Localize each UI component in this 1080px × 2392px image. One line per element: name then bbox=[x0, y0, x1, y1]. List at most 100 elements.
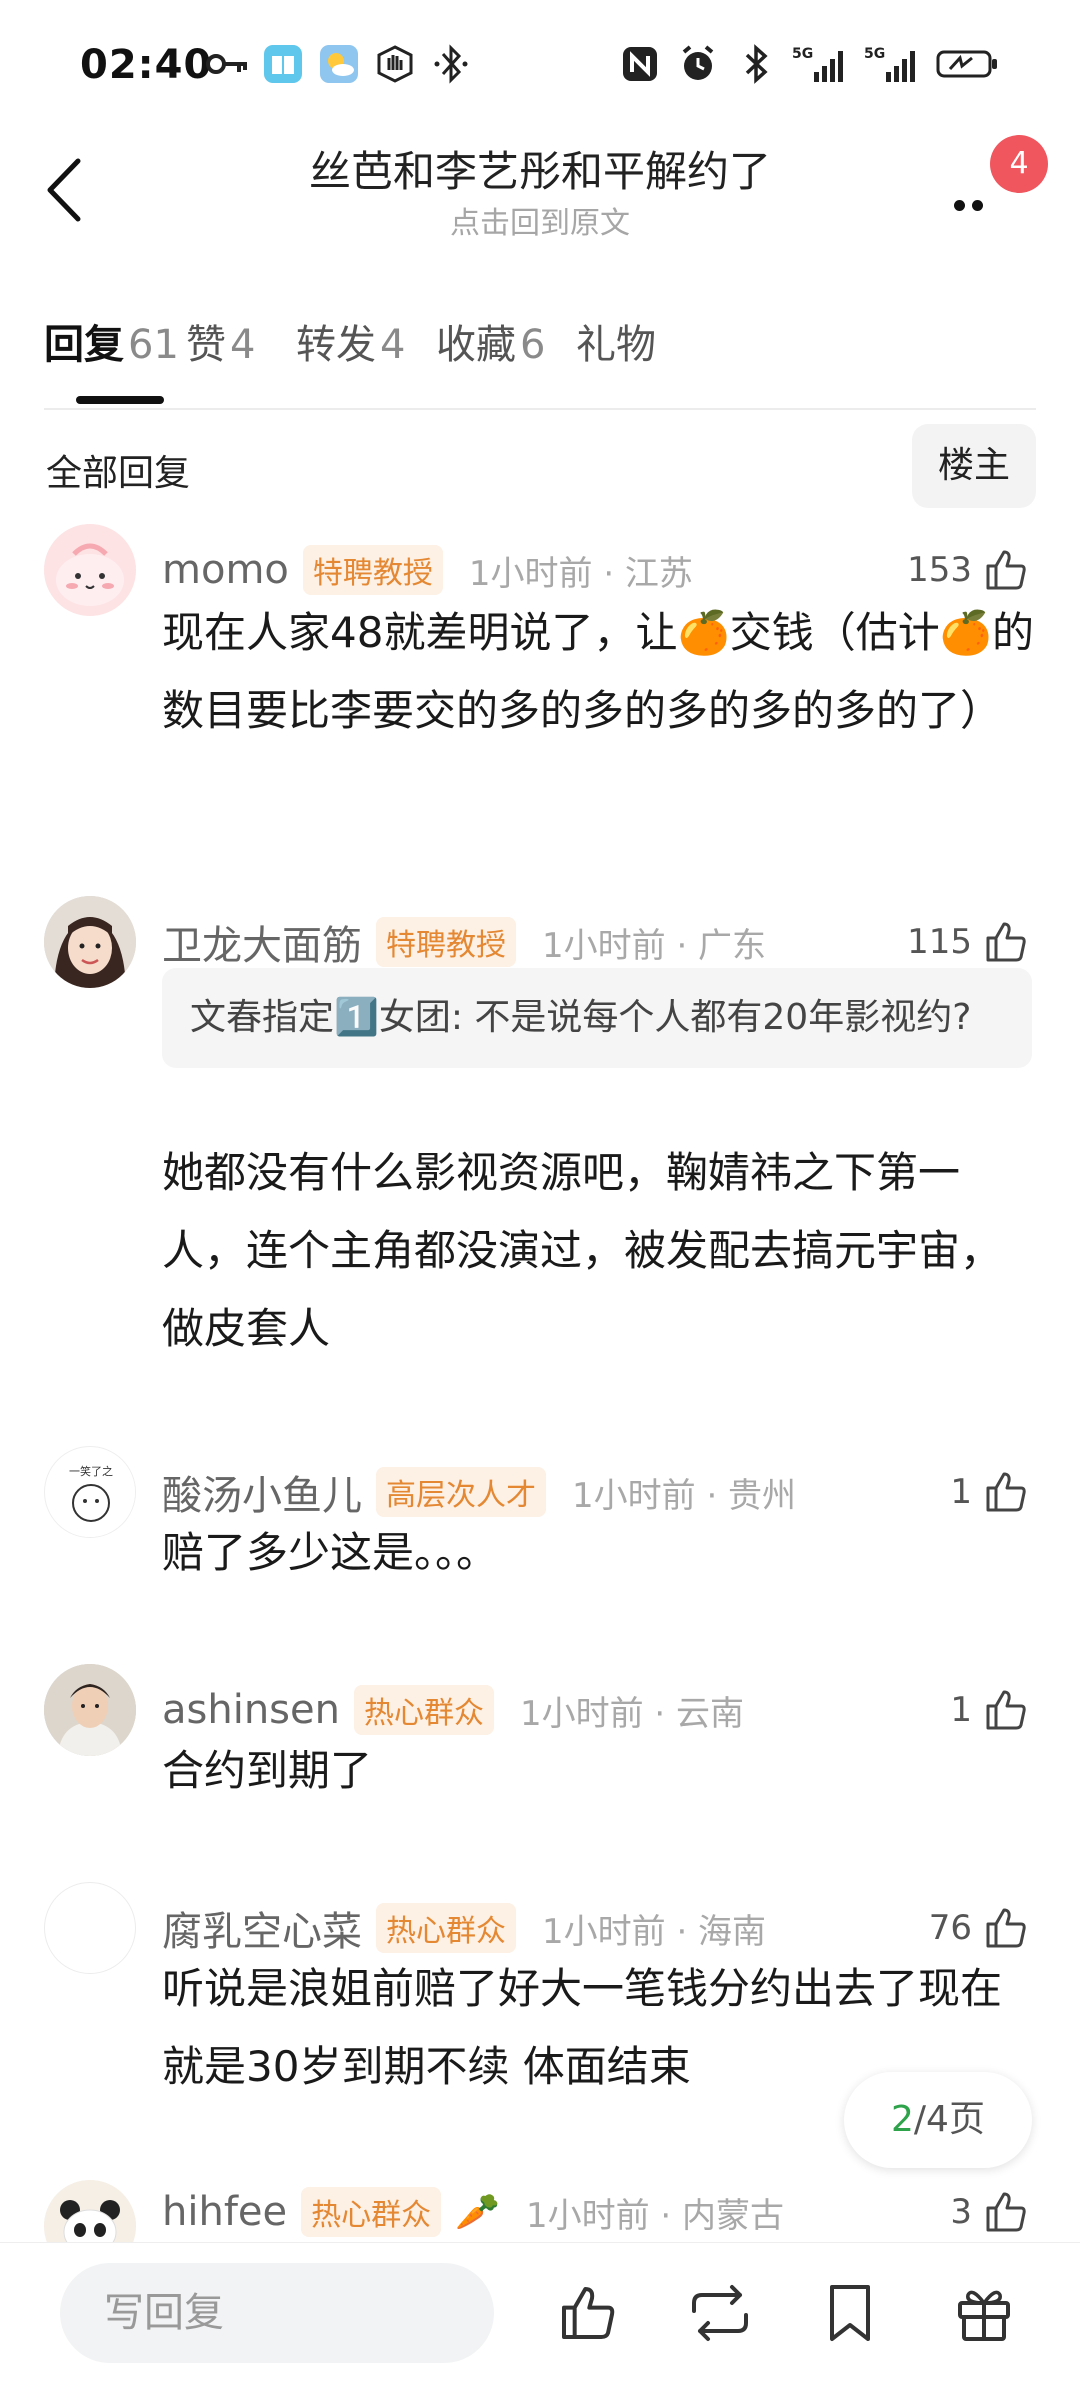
like-button[interactable]: 1 bbox=[950, 1462, 1030, 1522]
comment-text: 合约到期了 bbox=[162, 1746, 373, 1795]
bluetooth-dots-icon bbox=[429, 44, 473, 84]
quoted-reply[interactable]: 文春指定1️⃣女团: 不是说每个人都有20年影视约? bbox=[162, 968, 1032, 1068]
tab-count: 4 bbox=[380, 322, 406, 368]
like-count: 153 bbox=[907, 550, 972, 590]
user-tag: 热心群众 bbox=[376, 1903, 516, 1953]
username[interactable]: momo bbox=[162, 547, 289, 593]
thumbs-up-icon bbox=[986, 922, 1026, 962]
tab-reposts[interactable]: 转发 4 bbox=[296, 312, 405, 370]
avatar[interactable]: 一笑了之 bbox=[44, 1446, 136, 1538]
book-app-icon bbox=[261, 44, 305, 84]
avatar[interactable] bbox=[44, 896, 136, 988]
tab-count: 6 bbox=[520, 322, 546, 368]
battery-charging-icon bbox=[936, 44, 1000, 84]
avatar[interactable] bbox=[44, 1882, 136, 1974]
like-button[interactable]: 115 bbox=[907, 912, 1030, 972]
comment-text: 现在人家48就差明说了，让🍊交钱（估计🍊的数目要比李要交的多的多的多的多的多的了… bbox=[162, 608, 1035, 735]
gift-icon bbox=[958, 2290, 1010, 2341]
comment-time-location: 1小时前 · 江苏 bbox=[468, 553, 693, 594]
user-tag: 高层次人才 bbox=[376, 1467, 546, 1517]
like-button[interactable]: 1 bbox=[950, 1680, 1030, 1740]
user-tag: 热心群众 bbox=[301, 2187, 442, 2237]
hand-icon bbox=[373, 44, 417, 84]
tab-replies[interactable]: 回复 61 bbox=[44, 312, 179, 370]
like-button[interactable]: 153 bbox=[907, 540, 1030, 600]
tab-label: 收藏 bbox=[436, 322, 516, 368]
bookmark-button[interactable] bbox=[810, 2273, 890, 2353]
tab-count: 4 bbox=[230, 322, 256, 368]
like-count: 3 bbox=[950, 2192, 972, 2232]
username[interactable]: ashinsen bbox=[162, 1687, 340, 1733]
username[interactable]: 腐乳空心菜 bbox=[162, 1899, 362, 1957]
like-button[interactable]: 3 bbox=[950, 2182, 1030, 2242]
avatar-text: 一笑了之 bbox=[69, 1464, 113, 1478]
thumbs-up-icon bbox=[986, 1908, 1026, 1948]
status-right-icons: 5G 5G bbox=[618, 44, 1000, 84]
tab-gifts[interactable]: 礼物 bbox=[576, 312, 656, 370]
tab-bar: 回复 61 赞4 转发 4 收藏 6 礼物 bbox=[44, 300, 1036, 410]
gift-button[interactable] bbox=[944, 2273, 1024, 2353]
comment-meta: 酸汤小鱼儿 高层次人才 1小时前 · 贵州 bbox=[162, 1462, 796, 1522]
like-button[interactable]: 76 bbox=[929, 1898, 1030, 1958]
all-replies-label: 全部回复 bbox=[46, 453, 191, 494]
like-count: 1 bbox=[950, 1472, 972, 1512]
tab-label: 赞 bbox=[186, 322, 226, 368]
comment-meta: 卫龙大面筋 特聘教授 1小时前 · 广东 bbox=[162, 912, 766, 972]
back-to-original-link[interactable]: 点击回到原文 bbox=[200, 198, 880, 242]
comment-meta: momo 特聘教授 1小时前 · 江苏 bbox=[162, 540, 693, 600]
username[interactable]: hihfee bbox=[162, 2189, 287, 2235]
comment-meta: hihfee 热心群众 🥕 1小时前 · 内蒙古 bbox=[162, 2182, 784, 2242]
header: 丝芭和李艺彤和平解约了 点击回到原文 4 bbox=[0, 130, 1080, 250]
bottom-bar: 写回复 bbox=[0, 2242, 1080, 2392]
back-button[interactable] bbox=[34, 150, 94, 230]
username[interactable]: 酸汤小鱼儿 bbox=[162, 1463, 362, 1521]
carrot-icon: 🥕 bbox=[455, 2192, 500, 2233]
bookmark-icon bbox=[830, 2285, 870, 2341]
comment-text: 赔了多少这是。。。 bbox=[162, 1528, 499, 1577]
more-options-button[interactable] bbox=[948, 170, 998, 220]
like-icon bbox=[562, 2287, 615, 2339]
key-icon bbox=[205, 44, 249, 84]
repost-button[interactable] bbox=[680, 2273, 760, 2353]
tab-count: 61 bbox=[128, 322, 179, 368]
svg-text:5G: 5G bbox=[792, 46, 813, 62]
repost-icon bbox=[692, 2285, 748, 2341]
comment-time-location: 1小时前 · 广东 bbox=[542, 925, 767, 966]
thumbs-up-icon bbox=[986, 1690, 1026, 1730]
comment-text: 她都没有什么影视资源吧，鞠婧祎之下第一人，连个主角都没演过，被发配去搞元宇宙，做… bbox=[162, 1148, 1003, 1353]
tab-label: 转发 bbox=[296, 322, 376, 368]
reply-input[interactable]: 写回复 bbox=[60, 2263, 494, 2363]
comment-time-location: 1小时前 · 云南 bbox=[519, 1693, 745, 1734]
page-title[interactable]: 丝芭和李艺彤和平解约了 bbox=[200, 138, 880, 199]
like-count: 76 bbox=[928, 1908, 972, 1948]
comment-time-location: 1小时前 · 海南 bbox=[542, 1911, 767, 1952]
username[interactable]: 卫龙大面筋 bbox=[162, 913, 362, 971]
tab-likes[interactable]: 赞4 bbox=[186, 312, 255, 370]
thumbs-up-icon bbox=[986, 1472, 1026, 1512]
like-count: 115 bbox=[907, 922, 972, 962]
alarm-icon bbox=[676, 44, 720, 84]
comment-time-location: 1小时前 · 贵州 bbox=[572, 1475, 797, 1516]
like-post-button[interactable] bbox=[548, 2273, 628, 2353]
notification-badge: 4 bbox=[990, 135, 1048, 193]
back-arrow-icon bbox=[47, 158, 81, 222]
thumbs-up-icon bbox=[986, 550, 1026, 590]
avatar[interactable] bbox=[44, 524, 136, 616]
bluetooth-icon bbox=[734, 44, 778, 84]
user-tag: 特聘教授 bbox=[302, 545, 443, 595]
signal-5g-icon: 5G bbox=[792, 44, 850, 84]
like-count: 1 bbox=[950, 1690, 972, 1730]
tab-label: 礼物 bbox=[576, 322, 656, 368]
avatar[interactable] bbox=[44, 1664, 136, 1756]
status-bar: 02:40 5G 5G bbox=[0, 0, 1080, 130]
comment-meta: 腐乳空心菜 热心群众 1小时前 · 海南 bbox=[162, 1898, 766, 1958]
tab-label: 回复 bbox=[44, 322, 124, 368]
user-tag: 特聘教授 bbox=[376, 917, 516, 967]
tab-favorites[interactable]: 收藏 6 bbox=[436, 312, 545, 370]
comment-meta: ashinsen 热心群众 1小时前 · 云南 bbox=[162, 1680, 744, 1740]
pagination-button[interactable]: 2/4页 bbox=[844, 2072, 1032, 2168]
svg-text:5G: 5G bbox=[864, 46, 885, 62]
op-only-button[interactable]: 楼主 bbox=[912, 424, 1036, 508]
total-pages: /4页 bbox=[913, 2099, 985, 2140]
status-left-icons bbox=[205, 44, 473, 84]
